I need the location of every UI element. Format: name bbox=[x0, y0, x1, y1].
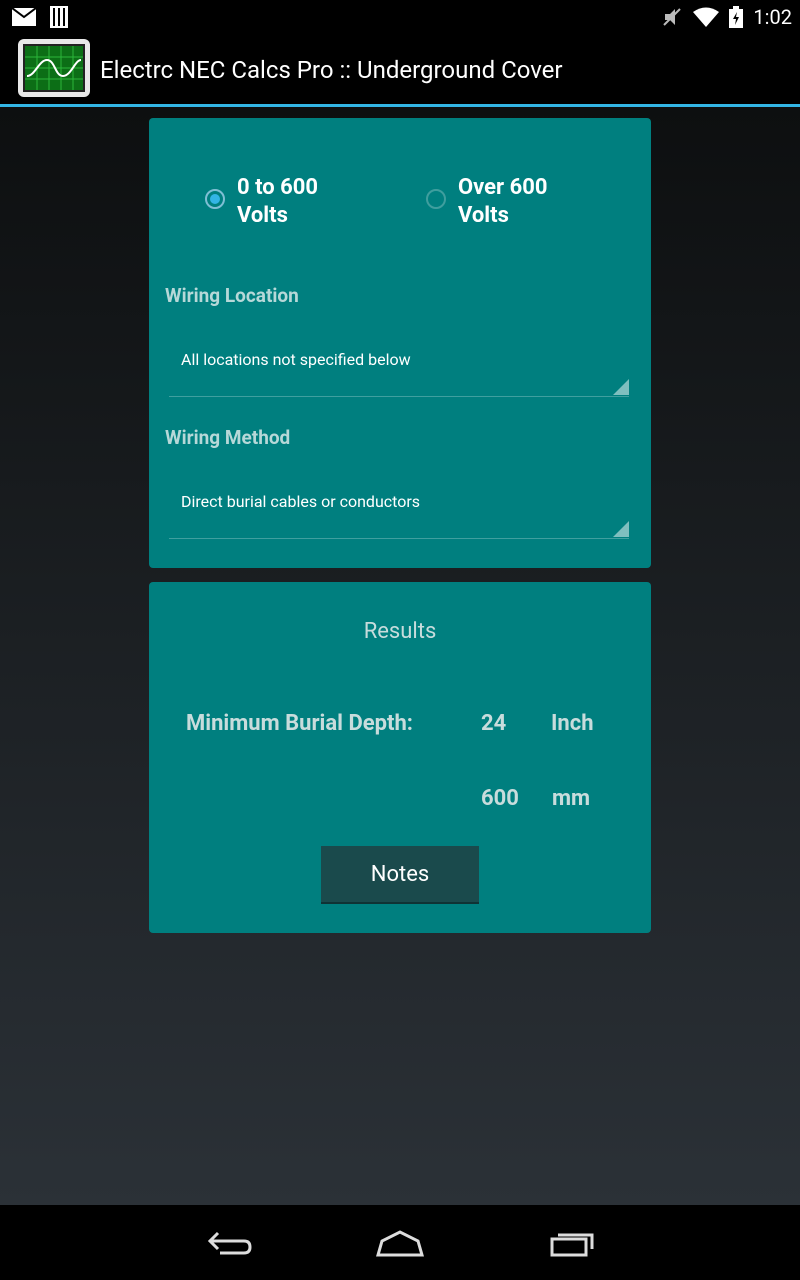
results-card: Results Minimum Burial Depth: 24 Inch 60… bbox=[149, 582, 651, 933]
radio-unchecked-icon bbox=[426, 189, 446, 209]
battery-icon bbox=[729, 6, 744, 28]
radio-over-600-volts[interactable]: Over 600 Volts bbox=[426, 174, 578, 230]
page-title: Electrc NEC Calcs Pro :: Underground Cov… bbox=[100, 56, 563, 84]
dropdown-arrow-icon bbox=[613, 521, 629, 537]
mail-icon bbox=[12, 8, 36, 26]
home-icon bbox=[376, 1230, 424, 1257]
wiring-location-spinner[interactable]: All locations not specified below bbox=[169, 334, 629, 397]
wiring-method-label: Wiring Method bbox=[165, 426, 291, 449]
radio-label: 0 to 600 Volts bbox=[237, 175, 318, 228]
min-burial-depth-label: Minimum Burial Depth: bbox=[186, 711, 413, 736]
back-button[interactable] bbox=[200, 1223, 260, 1263]
wiring-location-label: Wiring Location bbox=[165, 284, 299, 307]
action-bar: Electrc NEC Calcs Pro :: Underground Cov… bbox=[0, 34, 800, 107]
sim-icon bbox=[50, 6, 68, 28]
navigation-bar bbox=[0, 1205, 800, 1280]
radio-label: Over 600 Volts bbox=[458, 175, 548, 228]
wiring-location-value: All locations not specified below bbox=[181, 350, 411, 369]
home-button[interactable] bbox=[370, 1223, 430, 1263]
depth-unit-inch: Inch bbox=[551, 711, 594, 736]
wiring-method-value: Direct burial cables or conductors bbox=[181, 492, 421, 511]
recents-icon bbox=[550, 1233, 594, 1257]
content-area: 0 to 600 Volts Over 600 Volts Wiring Loc… bbox=[0, 107, 800, 1205]
input-card: 0 to 600 Volts Over 600 Volts Wiring Loc… bbox=[149, 118, 651, 568]
status-bar: 1:02 bbox=[0, 0, 800, 34]
results-title: Results bbox=[363, 619, 437, 644]
radio-checked-icon bbox=[205, 189, 225, 209]
clock: 1:02 bbox=[753, 5, 792, 29]
back-icon bbox=[207, 1231, 252, 1255]
recents-button[interactable] bbox=[542, 1223, 602, 1263]
radio-0-600-volts[interactable]: 0 to 600 Volts bbox=[205, 174, 357, 230]
oscilloscope-app-icon[interactable] bbox=[18, 39, 90, 97]
wiring-method-spinner[interactable]: Direct burial cables or conductors bbox=[169, 476, 629, 539]
notes-button[interactable]: Notes bbox=[321, 846, 479, 904]
dropdown-arrow-icon bbox=[613, 379, 629, 395]
wifi-icon bbox=[693, 7, 720, 27]
depth-value-inch: 24 bbox=[481, 711, 507, 736]
mute-icon bbox=[663, 8, 682, 26]
depth-value-mm: 600 bbox=[481, 786, 519, 811]
depth-unit-mm: mm bbox=[552, 786, 591, 811]
